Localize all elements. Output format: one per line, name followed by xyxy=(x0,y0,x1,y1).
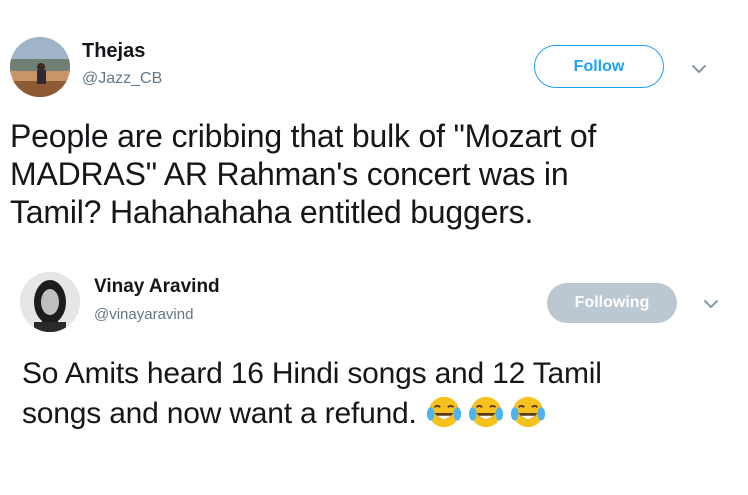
user-handle[interactable]: @vinayaravind xyxy=(94,306,193,323)
tweet-text: So Amits heard 16 Hindi songs and 12 Tam… xyxy=(22,355,722,433)
tweet-text-line: MADRAS" AR Rahman's concert was in xyxy=(10,156,569,192)
chevron-down-icon[interactable] xyxy=(688,58,710,80)
avatar-photo xyxy=(10,37,70,97)
tweet-text-line: So Amits heard 16 Hindi songs and 12 Tam… xyxy=(22,357,602,390)
emoji-group xyxy=(425,393,547,431)
display-name[interactable]: Thejas xyxy=(82,40,145,63)
tweet-text-line-with-emoji: songs and now want a refund. xyxy=(22,393,722,433)
tweet-text: People are cribbing that bulk of "Mozart… xyxy=(10,117,710,231)
avatar[interactable] xyxy=(20,272,80,332)
avatar-photo xyxy=(20,272,80,332)
face-with-tears-of-joy-icon xyxy=(425,393,463,431)
avatar[interactable] xyxy=(10,37,70,97)
tweet-text-line: Tamil? Hahahahaha entitled buggers. xyxy=(10,194,534,230)
tweet-screenshot: Thejas @Jazz_CB Follow People are cribbi… xyxy=(0,0,748,495)
tweet-card: Vinay Aravind @vinayaravind Following So… xyxy=(0,262,748,495)
face-with-tears-of-joy-icon xyxy=(509,393,547,431)
tweet-text-line: songs and now want a refund. xyxy=(22,397,417,430)
user-handle[interactable]: @Jazz_CB xyxy=(82,70,162,88)
tweet-card: Thejas @Jazz_CB Follow People are cribbi… xyxy=(0,0,748,250)
follow-button[interactable]: Follow xyxy=(534,45,664,88)
following-button[interactable]: Following xyxy=(547,283,677,323)
face-with-tears-of-joy-icon xyxy=(467,393,505,431)
tweet-text-line: People are cribbing that bulk of "Mozart… xyxy=(10,118,597,154)
display-name[interactable]: Vinay Aravind xyxy=(94,276,220,298)
chevron-down-icon[interactable] xyxy=(700,293,722,315)
